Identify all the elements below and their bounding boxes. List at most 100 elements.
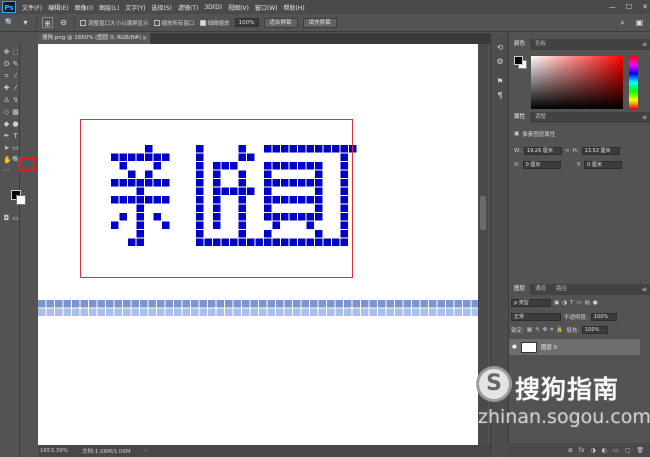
menu-view[interactable]: 视图(V) — [228, 3, 249, 12]
menu-select[interactable]: 选择(S) — [151, 3, 172, 12]
resize-windows-checkbox[interactable]: 调整窗口大小以满屏显示 — [80, 19, 149, 27]
hue-slider[interactable] — [629, 56, 638, 109]
tab-layers[interactable]: 图层 — [509, 284, 531, 295]
history-icon[interactable]: ⟲ — [494, 43, 506, 53]
group-icon[interactable]: ▭ — [613, 447, 619, 454]
y-field[interactable]: 0 厘米 — [584, 161, 623, 169]
filter-pixel-icon[interactable]: ▣ — [554, 300, 559, 306]
zoom-percent-field[interactable]: 100% — [234, 18, 259, 27]
close-icon[interactable]: × — [142, 33, 147, 44]
adjustment-layer-icon[interactable]: ◐ — [602, 447, 607, 454]
maximize-icon[interactable]: ☐ — [626, 3, 632, 11]
search-icon[interactable]: ⌕ — [617, 17, 628, 28]
close-icon[interactable]: ✕ — [642, 3, 648, 11]
layer-filter-select[interactable]: ρ 类型 — [511, 299, 551, 307]
trash-icon[interactable]: 🗑 — [636, 447, 644, 454]
scrubby-zoom-checkbox[interactable]: 细微缩放 — [199, 19, 230, 27]
tab-adjustments[interactable]: 调整 — [530, 112, 551, 123]
menu-window[interactable]: 窗口(W) — [255, 3, 278, 12]
filter-shape-icon[interactable]: ▭ — [576, 300, 581, 306]
path-select-icon[interactable]: ➤ — [3, 143, 10, 153]
type-tool-icon[interactable]: T — [12, 131, 19, 141]
workspace-icon[interactable]: ▣ — [634, 17, 645, 28]
screen-mode-icon[interactable]: ▭ — [12, 213, 19, 223]
menu-edit[interactable]: 编辑(E) — [48, 3, 68, 12]
visibility-eye-icon[interactable]: ● — [512, 344, 517, 350]
history-brush-icon[interactable]: ↯ — [12, 95, 19, 105]
eyedropper-tool-icon[interactable]: ⁄ — [12, 71, 19, 81]
brush-tool-icon[interactable]: ⁄ — [12, 83, 19, 93]
mask-icon[interactable]: ◑ — [591, 447, 596, 454]
healing-brush-icon[interactable]: ✚ — [3, 83, 10, 93]
color-picker-field[interactable] — [531, 56, 623, 109]
fx-icon[interactable]: fx — [579, 447, 585, 454]
tab-channels[interactable]: 通道 — [530, 284, 551, 295]
lock-transparent-icon[interactable]: ▦ — [527, 327, 532, 333]
blend-mode-select[interactable]: 正常 — [511, 313, 561, 321]
filter-adjust-icon[interactable]: ◑ — [562, 300, 567, 306]
gradient-tool-icon[interactable]: ▦ — [12, 107, 19, 117]
height-field[interactable]: 13.52 厘米 — [581, 147, 620, 155]
fill-field[interactable]: 100% — [582, 326, 609, 334]
more-tools-icon[interactable]: ⋯ — [3, 165, 10, 175]
tab-color[interactable]: 颜色 — [509, 39, 531, 50]
width-field[interactable]: 19.26 厘米 — [523, 147, 562, 155]
menu-help[interactable]: 帮助(H) — [284, 3, 305, 12]
marquee-tool-icon[interactable]: ⬚ — [12, 47, 19, 57]
stamp-tool-icon[interactable]: ♙ — [3, 95, 10, 105]
layer-name[interactable]: 图层 0 — [541, 343, 557, 351]
foreground-swatch[interactable] — [514, 56, 523, 65]
document-tab[interactable]: 搜狗.png @ 1650% (图层 0, RGB/8#) × — [38, 33, 150, 44]
lasso-tool-icon[interactable]: ʘ — [3, 59, 10, 69]
menu-icon[interactable]: ≡ — [642, 39, 647, 50]
menu-icon[interactable]: ≡ — [642, 284, 647, 295]
menu-file[interactable]: 文件(F) — [22, 3, 42, 12]
menu-filter[interactable]: 滤镜(T) — [178, 3, 198, 12]
zoom-tool-preset-icon[interactable]: 🔍 — [4, 17, 15, 28]
blur-tool-icon[interactable]: ◆ — [3, 119, 10, 129]
move-tool-icon[interactable]: ✥ — [3, 47, 10, 57]
crop-tool-icon[interactable]: ⌗ — [3, 71, 10, 81]
status-zoom[interactable]: 1653.39% — [40, 448, 68, 454]
eraser-tool-icon[interactable]: ◇ — [3, 107, 10, 117]
zoom-all-windows-checkbox[interactable]: 缩放所有窗口 — [153, 19, 195, 27]
lock-pixels-icon[interactable]: ✎ — [535, 327, 540, 333]
background-color-swatch[interactable] — [16, 195, 26, 205]
chevron-down-icon[interactable]: ▾ — [20, 17, 31, 28]
quick-mask-icon[interactable]: ◘ — [3, 213, 10, 223]
lock-all-icon[interactable]: 🔒 — [556, 327, 563, 333]
paragraph-icon[interactable]: ¶ — [494, 91, 506, 101]
fill-screen-button[interactable]: 填充屏幕 — [302, 17, 337, 28]
hand-tool-icon[interactable]: ✋ — [3, 155, 12, 165]
chevron-right-icon[interactable]: › — [145, 448, 147, 454]
brush-settings-icon[interactable]: ⚙ — [494, 57, 506, 67]
filter-smart-icon[interactable]: ▤ — [585, 300, 590, 306]
filter-type-icon[interactable]: T — [570, 300, 573, 306]
opacity-field[interactable]: 100% — [590, 313, 617, 321]
zoom-out-icon[interactable]: ⊖ — [58, 17, 69, 28]
adjustments-icon[interactable]: ⚑ — [494, 77, 506, 87]
zoom-in-icon[interactable]: ⊕ — [42, 17, 53, 28]
minimize-icon[interactable]: — — [609, 3, 616, 11]
menu-3d[interactable]: 3D(D) — [204, 4, 222, 11]
menu-image[interactable]: 图像(I) — [75, 3, 93, 12]
shape-tool-icon[interactable]: ▭ — [12, 143, 19, 153]
tab-properties[interactable]: 属性 — [509, 112, 531, 123]
filter-toggle-icon[interactable]: ● — [593, 300, 598, 306]
pen-tool-icon[interactable]: ✒ — [3, 131, 10, 141]
link-icon[interactable]: ∞ — [565, 148, 570, 154]
layer-item[interactable]: ● 图层 0 — [509, 339, 640, 355]
menu-layer[interactable]: 图层(L) — [99, 3, 119, 12]
new-layer-icon[interactable]: ▢ — [625, 447, 631, 454]
dodge-tool-icon[interactable]: ● — [12, 119, 19, 129]
fit-screen-button[interactable]: 适合屏幕 — [263, 17, 298, 28]
scrollbar-thumb[interactable] — [480, 196, 486, 230]
link-layers-icon[interactable]: ⊕ — [568, 447, 573, 454]
x-field[interactable]: 0 厘米 — [522, 161, 561, 169]
quick-select-tool-icon[interactable]: ✎ — [12, 59, 19, 69]
menu-icon[interactable]: ≡ — [642, 112, 647, 123]
tab-paths[interactable]: 路径 — [551, 284, 572, 295]
lock-position-icon[interactable]: ✥ — [543, 327, 548, 333]
menu-type[interactable]: 文字(Y) — [125, 3, 145, 12]
lock-artboard-icon[interactable]: ⌗ — [550, 327, 553, 334]
